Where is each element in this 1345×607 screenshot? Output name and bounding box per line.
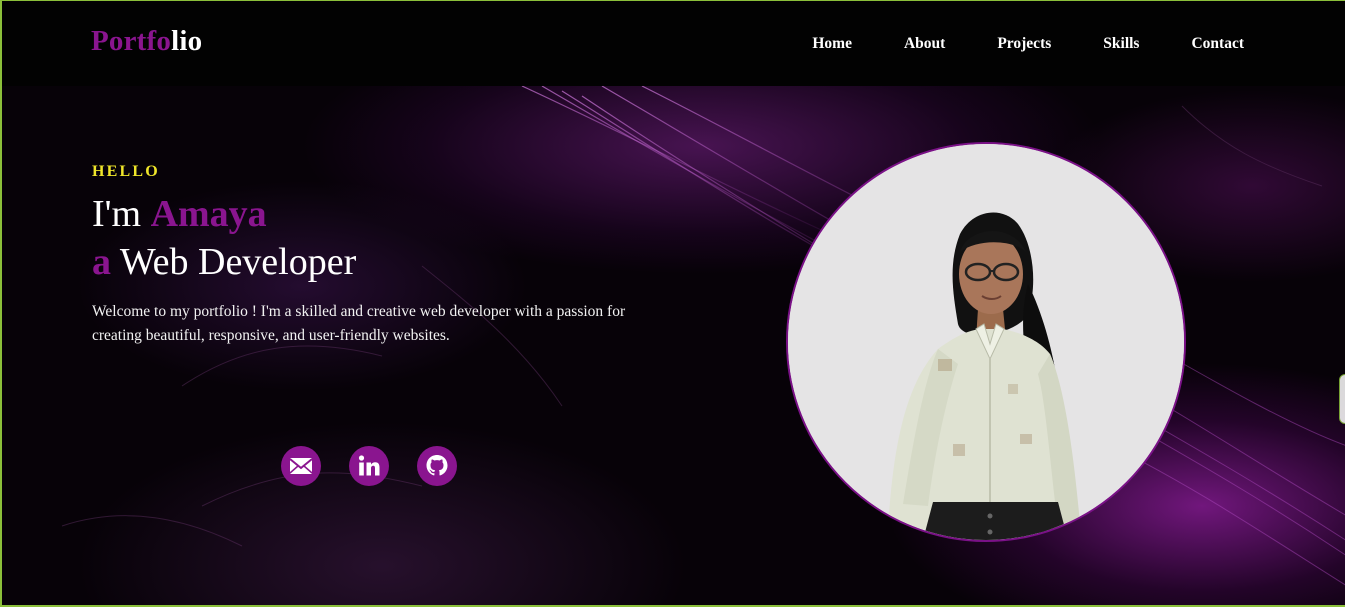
nav-home[interactable]: Home — [812, 35, 852, 53]
mail-link[interactable] — [281, 446, 321, 486]
logo-rest: lio — [171, 25, 203, 57]
github-link[interactable] — [417, 446, 457, 486]
navbar: Portfolio Home About Projects Skills Con… — [2, 1, 1345, 86]
nav-about[interactable]: About — [904, 35, 945, 53]
hero-section: HELLO I'm Amaya a Web Developer Welcome … — [2, 86, 1345, 605]
social-links — [281, 446, 485, 486]
greeting: HELLO — [92, 163, 160, 180]
github-icon — [426, 455, 448, 476]
role: Web Developer — [111, 241, 357, 283]
linkedin-icon — [358, 455, 380, 476]
scroll-edge-tab[interactable] — [1339, 374, 1345, 424]
nav-projects[interactable]: Projects — [997, 35, 1051, 53]
portrait-image — [788, 144, 1184, 540]
page: Portfolio Home About Projects Skills Con… — [0, 0, 1345, 607]
nav-contact[interactable]: Contact — [1191, 35, 1244, 53]
main-nav: Home About Projects Skills Contact — [760, 35, 1244, 53]
intro-text: Welcome to my portfolio ! I'm a skilled … — [92, 303, 626, 344]
profile-photo — [786, 142, 1186, 542]
mail-icon — [289, 458, 313, 474]
logo-accent: Portfo — [91, 25, 172, 57]
headline-prefix: I'm — [92, 193, 151, 235]
nav-skills[interactable]: Skills — [1103, 35, 1139, 53]
logo[interactable]: Portfolio — [91, 25, 202, 58]
headline: I'm Amaya a Web Developer — [92, 190, 356, 286]
name: Amaya — [150, 193, 267, 235]
role-article: a — [92, 241, 111, 283]
linkedin-link[interactable] — [349, 446, 389, 486]
